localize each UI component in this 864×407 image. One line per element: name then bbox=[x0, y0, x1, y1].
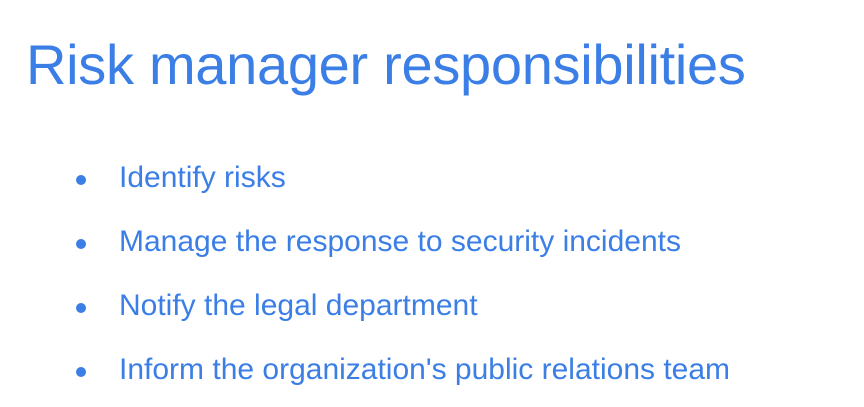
bullet-item-notify-legal: Notify the legal department bbox=[76, 274, 730, 338]
slide-title: Risk manager responsibilities bbox=[26, 33, 746, 96]
bullet-text: Notify the legal department bbox=[119, 289, 478, 322]
bullet-dot-icon bbox=[76, 367, 86, 377]
bullet-dot-icon bbox=[76, 175, 86, 185]
bullet-dot-icon bbox=[76, 303, 86, 313]
bullet-item-inform-pr: Inform the organization's public relatio… bbox=[76, 338, 730, 402]
slide: Risk manager responsibilities Identify r… bbox=[0, 0, 864, 407]
bullet-text: Manage the response to security incident… bbox=[119, 225, 681, 258]
bullet-list: Identify risks Manage the response to se… bbox=[76, 146, 730, 402]
bullet-text: Identify risks bbox=[119, 161, 286, 194]
bullet-text: Inform the organization's public relatio… bbox=[119, 353, 731, 386]
bullet-item-identify-risks: Identify risks bbox=[76, 146, 730, 210]
bullet-item-manage-response: Manage the response to security incident… bbox=[76, 210, 730, 274]
bullet-dot-icon bbox=[76, 239, 86, 249]
